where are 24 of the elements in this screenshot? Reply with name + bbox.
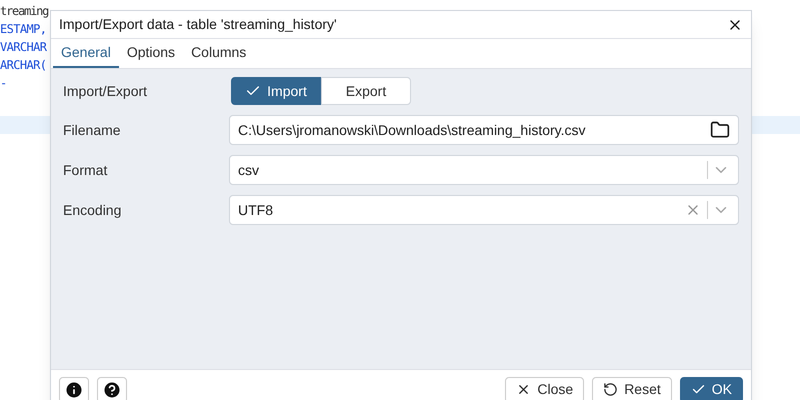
tab[interactable]: Columns <box>183 39 254 68</box>
filename-field[interactable]: C:\Users\jromanowski\Downloads\streaming_history.csv <box>228 115 739 145</box>
code-line: treaming <box>0 3 48 20</box>
field-label: Format <box>63 160 108 180</box>
reset-button[interactable]: Reset <box>592 376 672 400</box>
ok-button[interactable]: OK <box>680 376 743 400</box>
code-line: VARCHAR <box>0 39 46 56</box>
code-line: - <box>0 75 7 92</box>
tab[interactable]: Options <box>118 39 184 68</box>
code-line: ESTAMP, <box>0 21 46 38</box>
select-field[interactable]: csv <box>228 155 739 185</box>
folder-icon[interactable] <box>710 120 730 140</box>
toggle-option[interactable]: Import <box>231 77 321 105</box>
field-label: Import/Export <box>63 82 148 101</box>
help-button[interactable] <box>97 376 127 400</box>
close-button[interactable]: Close <box>505 376 584 400</box>
field-label: Encoding <box>63 200 122 220</box>
dialog-title: Import/Export data - table 'streaming_history' <box>59 15 337 34</box>
reset-icon <box>603 382 618 397</box>
select-field[interactable]: UTF8 <box>228 195 739 225</box>
field-label: Filename <box>63 120 122 140</box>
toggle-option[interactable]: Export <box>321 77 411 105</box>
code-line: ARCHAR( <box>0 57 46 74</box>
info-button[interactable] <box>59 376 89 400</box>
